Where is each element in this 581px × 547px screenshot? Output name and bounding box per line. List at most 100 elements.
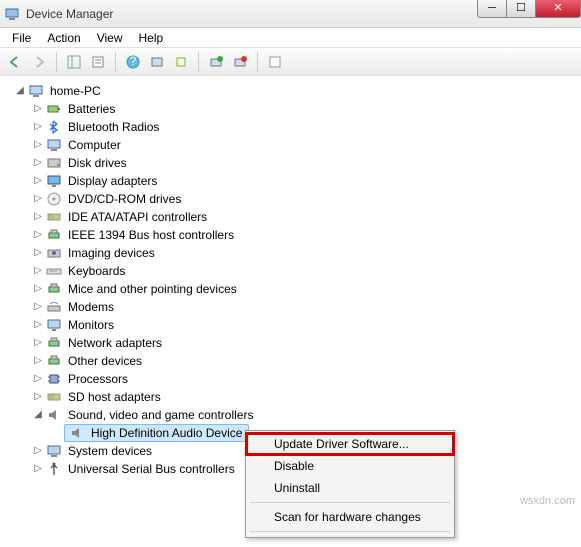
expand-icon[interactable]: ▷	[32, 355, 44, 367]
expand-icon[interactable]: ▷	[32, 157, 44, 169]
tree-item[interactable]: ▷ Display adapters	[32, 172, 577, 190]
update-driver-button[interactable]	[170, 51, 192, 73]
disable-button[interactable]	[229, 51, 251, 73]
collapse-icon[interactable]: ◢	[14, 85, 26, 97]
tree-item-label: Imaging devices	[66, 244, 157, 262]
tree-item-label: System devices	[66, 442, 154, 460]
menu-view[interactable]: View	[89, 29, 131, 47]
context-menu: Update Driver Software... Disable Uninst…	[245, 430, 455, 538]
tree-item[interactable]: ▷ Processors	[32, 370, 577, 388]
toolbar-separator	[56, 52, 57, 72]
tree-item[interactable]: ▷Computer	[32, 136, 577, 154]
device-icon	[46, 155, 62, 171]
uninstall-button[interactable]	[205, 51, 227, 73]
expand-icon[interactable]: ▷	[32, 337, 44, 349]
tree-item[interactable]: ▷ Keyboards	[32, 262, 577, 280]
tree-root[interactable]: ◢ home-PC	[14, 82, 577, 100]
device-icon	[46, 371, 62, 387]
tree-item-label: IDE ATA/ATAPI controllers	[66, 208, 209, 226]
tree-item-label: Display adapters	[66, 172, 159, 190]
menu-help[interactable]: Help	[131, 29, 172, 47]
tree-item[interactable]: ▷ Other devices	[32, 352, 577, 370]
collapse-icon[interactable]: ◢	[32, 409, 44, 421]
expand-icon[interactable]: ▷	[32, 139, 44, 151]
title-bar: Device Manager ─ ☐ ✕	[0, 0, 581, 28]
toolbar-separator	[198, 52, 199, 72]
menu-bar: File Action View Help	[0, 28, 581, 48]
expand-icon[interactable]: ▷	[32, 211, 44, 223]
context-separator	[250, 531, 450, 532]
tree-item[interactable]: ▷SD host adapters	[32, 388, 577, 406]
tree-item[interactable]: ▷ Bluetooth Radios	[32, 118, 577, 136]
device-icon	[46, 119, 62, 135]
tree-item[interactable]: ▷ Batteries	[32, 100, 577, 118]
expand-icon[interactable]: ▷	[32, 319, 44, 331]
context-scan-hardware[interactable]: Scan for hardware changes	[248, 506, 452, 528]
expand-icon[interactable]: ▷	[32, 103, 44, 115]
properties-button[interactable]	[87, 51, 109, 73]
menu-action[interactable]: Action	[39, 29, 88, 47]
scan-button[interactable]	[146, 51, 168, 73]
context-uninstall[interactable]: Uninstall	[248, 477, 452, 499]
tree-item[interactable]: ▷Network adapters	[32, 334, 577, 352]
expand-icon[interactable]: ▷	[32, 121, 44, 133]
tree-item-sound[interactable]: ◢ Sound, video and game controllers	[32, 406, 577, 424]
toolbar: ?	[0, 48, 581, 76]
menu-file[interactable]: File	[4, 29, 39, 47]
show-hide-tree-button[interactable]	[63, 51, 85, 73]
device-icon	[46, 101, 62, 117]
expand-icon[interactable]: ▷	[32, 463, 44, 475]
expand-icon[interactable]: ▷	[32, 265, 44, 277]
device-icon	[46, 299, 62, 315]
tree-item[interactable]: ▷ Monitors	[32, 316, 577, 334]
tree-item-label: Processors	[66, 370, 130, 388]
tree-item[interactable]: ▷ IDE ATA/ATAPI controllers	[32, 208, 577, 226]
device-icon	[46, 281, 62, 297]
toolbar-separator	[115, 52, 116, 72]
context-update-driver[interactable]: Update Driver Software...	[248, 433, 452, 455]
device-icon	[46, 389, 62, 405]
tree-item-label: Keyboards	[66, 262, 127, 280]
tree-item-label: Universal Serial Bus controllers	[66, 460, 237, 478]
device-properties-button[interactable]	[264, 51, 286, 73]
expand-icon[interactable]: ▷	[32, 373, 44, 385]
back-button[interactable]	[4, 51, 26, 73]
tree-item-label: Monitors	[66, 316, 116, 334]
device-icon	[46, 263, 62, 279]
device-icon	[46, 443, 62, 459]
selected-device-label: High Definition Audio Device	[89, 424, 244, 442]
device-icon	[46, 209, 62, 225]
forward-button[interactable]	[28, 51, 50, 73]
expand-icon[interactable]: ▷	[32, 283, 44, 295]
expand-icon[interactable]: ▷	[32, 247, 44, 259]
tree-item-label: Batteries	[66, 100, 117, 118]
tree-item-label: Other devices	[66, 352, 144, 370]
tree-item-label: Bluetooth Radios	[66, 118, 161, 136]
expand-icon[interactable]: ▷	[32, 193, 44, 205]
maximize-button[interactable]: ☐	[506, 0, 536, 18]
device-icon	[46, 227, 62, 243]
help-button[interactable]: ?	[122, 51, 144, 73]
tree-item-label: Disk drives	[66, 154, 129, 172]
close-button[interactable]: ✕	[535, 0, 581, 18]
tree-item[interactable]: ▷ Disk drives	[32, 154, 577, 172]
tree-item[interactable]: ▷ Imaging devices	[32, 244, 577, 262]
expand-icon[interactable]: ▷	[32, 301, 44, 313]
tree-item[interactable]: ▷IEEE 1394 Bus host controllers	[32, 226, 577, 244]
minimize-button[interactable]: ─	[477, 0, 507, 18]
expand-icon[interactable]: ▷	[32, 391, 44, 403]
context-disable[interactable]: Disable	[248, 455, 452, 477]
expand-icon[interactable]: ▷	[32, 175, 44, 187]
expand-icon[interactable]: ▷	[32, 445, 44, 457]
expand-icon[interactable]: ▷	[32, 229, 44, 241]
window-controls: ─ ☐ ✕	[478, 0, 581, 18]
tree-item-label: Mice and other pointing devices	[66, 280, 239, 298]
speaker-icon	[69, 425, 85, 441]
tree-item[interactable]: ▷ Mice and other pointing devices	[32, 280, 577, 298]
svg-text:?: ?	[130, 55, 137, 68]
tree-item[interactable]: ▷Modems	[32, 298, 577, 316]
context-separator	[250, 502, 450, 503]
device-icon	[46, 353, 62, 369]
tree-item[interactable]: ▷DVD/CD-ROM drives	[32, 190, 577, 208]
watermark: wsxdn.com	[520, 495, 575, 507]
